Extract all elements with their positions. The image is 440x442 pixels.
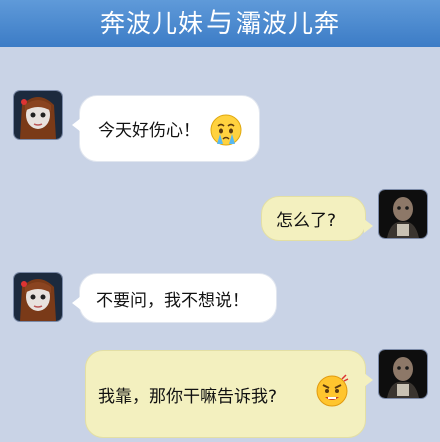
bubble-tail [364,219,373,233]
message-bubble-incoming[interactable]: 今天好伤心！ [72,95,260,162]
bubble-tail [72,118,81,132]
avatar-girl[interactable] [14,273,62,321]
avatar-man[interactable] [379,350,427,398]
man-avatar-icon [379,350,427,398]
title-name-left: 奔波儿妹 [99,9,204,38]
bubble-tail [364,373,373,387]
message-bubble-outgoing[interactable]: 怎么了? [261,196,373,241]
girl-avatar-icon [14,91,62,139]
man-avatar-icon [379,190,427,238]
crying-face-icon [210,114,242,146]
chat-title-bar: 奔波儿妹与灞波儿奔 [0,0,440,47]
message-text: 不要问，我不想说！ [96,290,249,311]
avatar-girl[interactable] [14,91,62,139]
message-text: 我靠，那你干嘛告诉我? [98,386,278,407]
girl-avatar-icon [14,273,62,321]
avatar-man[interactable] [379,190,427,238]
message-text: 今天好伤心！ [98,121,200,141]
message-bubble-outgoing[interactable]: 我靠，那你干嘛告诉我? [85,350,373,438]
title-name-right: 灞波儿奔 [236,9,341,38]
message-text: 怎么了? [276,211,337,231]
title-connector: 与 [206,8,234,39]
bubble-tail [72,296,81,310]
angry-face-icon [316,374,349,407]
message-bubble-incoming[interactable]: 不要问，我不想说！ [72,273,277,323]
